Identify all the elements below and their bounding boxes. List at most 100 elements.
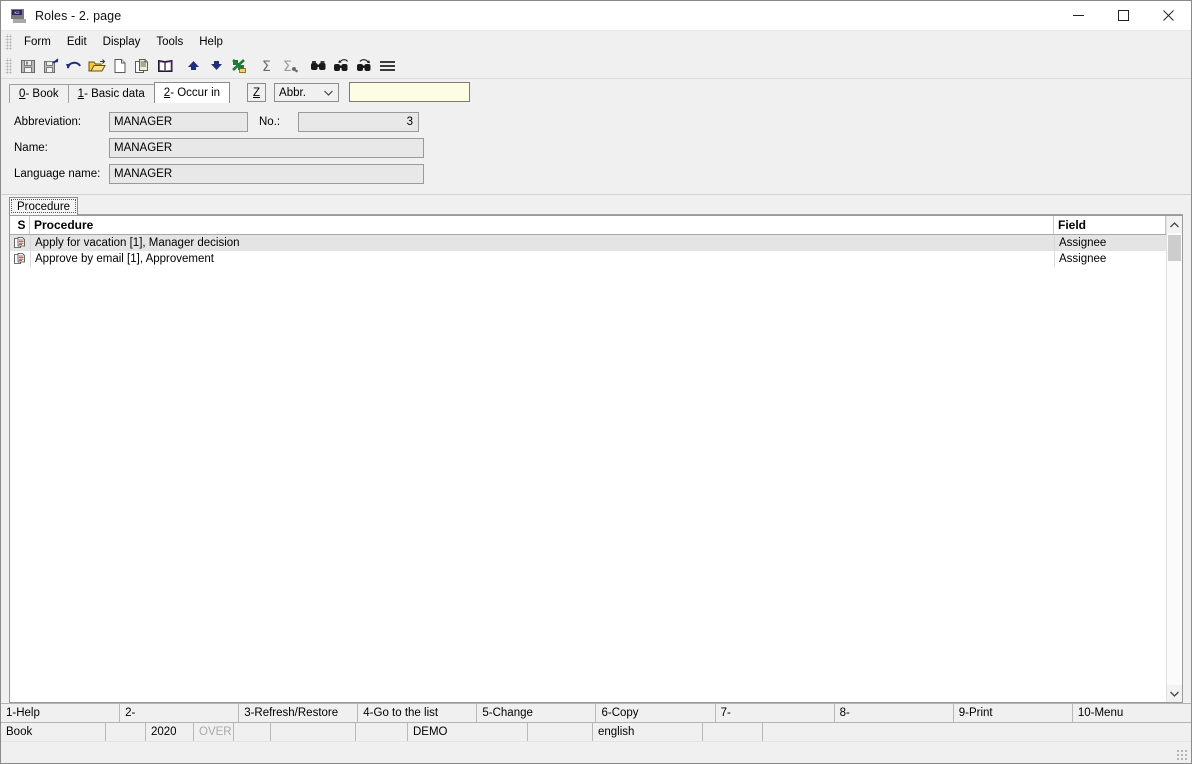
menu-display[interactable]: Display (95, 33, 149, 52)
column-header-procedure[interactable]: Procedure (30, 216, 1054, 234)
fkey-10-menu[interactable]: 10-Menu (1073, 704, 1191, 722)
save-icon[interactable] (16, 55, 39, 77)
status-language: english (593, 723, 703, 741)
fkey-2[interactable]: 2- (120, 704, 240, 722)
minimize-button[interactable] (1056, 1, 1101, 30)
fkey-7[interactable]: 7- (716, 704, 835, 722)
menu-form[interactable]: Form (16, 33, 59, 52)
form-row-name: Name: MANAGER (2, 135, 1191, 161)
sum-icon[interactable]: Σ (256, 55, 279, 77)
table-header-row: S Procedure Field (10, 216, 1166, 235)
status-empty-4 (356, 723, 408, 741)
menu-drag-grip[interactable] (5, 34, 12, 50)
cell-field: Assignee (1054, 235, 1166, 251)
tab-book-label: - Book (25, 88, 59, 100)
column-header-field[interactable]: Field (1054, 216, 1166, 234)
toolbar: Σ Σ (1, 53, 1191, 79)
table-row[interactable]: Approve by email [1], Approvement Assign… (10, 251, 1166, 267)
abbreviation-label: Abbreviation: (14, 116, 82, 128)
menu-edit[interactable]: Edit (59, 33, 95, 52)
search-mode-dropdown[interactable]: Abbr. (274, 83, 340, 102)
app-icon: K2 (11, 8, 27, 24)
z-button[interactable]: Z (247, 83, 267, 102)
number-label: No.: (259, 116, 281, 128)
grid-tab-filler (78, 198, 1183, 215)
grid-tab-bar: Procedure (9, 195, 1183, 215)
form-divider (2, 194, 1191, 195)
form-row-abbreviation: Abbreviation: MANAGER No.: 3 (2, 109, 1191, 135)
title-bar: K2 Roles - 2. page (1, 1, 1191, 31)
cell-procedure: Apply for vacation [1], Manager decision (30, 235, 1054, 251)
tab-basic-data-label: - Basic data (84, 88, 145, 100)
grid-panel: Procedure S Procedure Field Apply for va… (1, 195, 1191, 703)
table-vertical-scrollbar[interactable] (1166, 216, 1182, 702)
maximize-button[interactable] (1101, 1, 1146, 30)
document-clipboard-icon (10, 235, 30, 251)
svg-text:Σ: Σ (262, 59, 271, 74)
subtab-procedure[interactable]: Procedure (9, 197, 79, 215)
save-as-icon[interactable] (39, 55, 62, 77)
book-icon[interactable] (154, 55, 177, 77)
status-empty-5 (528, 723, 593, 741)
fkey-1-help[interactable]: 1-Help (1, 704, 121, 722)
svg-text:Σ: Σ (283, 59, 292, 74)
document-clipboard-icon (10, 251, 30, 267)
search-input[interactable] (349, 82, 471, 102)
chevron-up-icon[interactable] (1167, 216, 1182, 233)
application-window: K2 Roles - 2. page Form Edit Display Too… (0, 0, 1192, 764)
number-field[interactable]: 3 (298, 112, 419, 132)
scrollbar-thumb[interactable] (1168, 235, 1181, 261)
status-module: Book (1, 723, 106, 741)
record-form: Abbreviation: MANAGER No.: 3 Name: MANAG… (1, 103, 1191, 195)
fkey-9-print[interactable]: 9-Print (954, 704, 1073, 722)
fkey-3-refresh-restore[interactable]: 3-Refresh/Restore (239, 704, 359, 722)
undo-icon[interactable] (62, 55, 85, 77)
table-rows: Apply for vacation [1], Manager decision… (10, 235, 1166, 702)
chevron-down-icon[interactable] (1167, 685, 1182, 702)
status-empty-1 (106, 723, 146, 741)
tab-occur-in[interactable]: 2 - Occur in (153, 82, 231, 103)
abbreviation-field[interactable]: MANAGER (109, 112, 248, 132)
find-next-icon[interactable] (330, 55, 353, 77)
tab-basic-data[interactable]: 1 - Basic data (67, 84, 155, 103)
status-empty-2 (234, 723, 271, 741)
language-name-field[interactable]: MANAGER (109, 164, 424, 184)
export-excel-icon[interactable] (228, 55, 251, 77)
column-header-s[interactable]: S (10, 216, 30, 234)
resize-grip[interactable] (1176, 749, 1187, 760)
procedure-table: S Procedure Field Apply for vacation [1]… (9, 215, 1183, 703)
sum-filtered-icon[interactable]: Σ (279, 55, 302, 77)
menu-tools[interactable]: Tools (148, 33, 191, 52)
open-folder-icon[interactable] (85, 55, 108, 77)
find-previous-icon[interactable] (353, 55, 376, 77)
search-mode-value: Abbr. (279, 86, 306, 99)
arrow-up-icon[interactable] (182, 55, 205, 77)
menu-help[interactable]: Help (191, 33, 231, 52)
status-empty-3 (271, 723, 356, 741)
tab-book[interactable]: 0 - Book (9, 84, 69, 103)
fkey-5-change[interactable]: 5-Change (477, 704, 597, 722)
toolbar-drag-grip[interactable] (5, 57, 12, 74)
fkey-6-copy[interactable]: 6-Copy (596, 704, 716, 722)
fkey-8[interactable]: 8- (835, 704, 954, 722)
fkey-4-go-to-the-list[interactable]: 4-Go to the list (358, 704, 478, 722)
scrollbar-track[interactable] (1167, 233, 1182, 685)
window-footer (1, 741, 1191, 763)
arrow-down-icon[interactable] (205, 55, 228, 77)
table-body-area: S Procedure Field Apply for vacation [1]… (10, 216, 1166, 702)
function-key-bar: 1-Help 2- 3-Refresh/Restore 4-Go to the … (1, 703, 1191, 722)
menu-lines-icon[interactable] (376, 55, 399, 77)
table-row[interactable]: Apply for vacation [1], Manager decision… (10, 235, 1166, 251)
menu-bar: Form Edit Display Tools Help (1, 31, 1191, 53)
language-name-label: Language name: (14, 168, 101, 180)
status-database: DEMO (408, 723, 528, 741)
window-title: Roles - 2. page (35, 8, 122, 23)
chevron-down-icon (324, 87, 333, 99)
copy-icon[interactable] (131, 55, 154, 77)
name-field[interactable]: MANAGER (109, 138, 424, 158)
name-label: Name: (14, 142, 48, 154)
find-icon[interactable] (307, 55, 330, 77)
new-document-icon[interactable] (108, 55, 131, 77)
close-button[interactable] (1146, 1, 1191, 30)
status-overwrite: OVER (194, 723, 234, 741)
